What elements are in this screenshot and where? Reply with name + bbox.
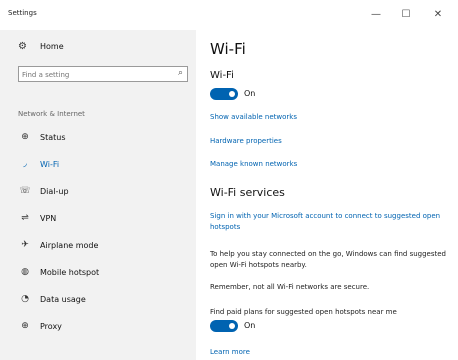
- minimize-button[interactable]: —: [366, 6, 386, 22]
- sidebar-item-label: Status: [40, 132, 66, 142]
- sidebar-item-label: Data usage: [40, 294, 86, 304]
- sidebar-item-proxy[interactable]: ⊕ Proxy: [18, 318, 62, 334]
- wifi-toggle-label: On: [244, 89, 256, 98]
- sidebar-item-label: Dial-up: [40, 186, 69, 196]
- close-button[interactable]: ✕: [428, 6, 448, 22]
- wifi-icon: ◞: [23, 159, 27, 169]
- toggle-knob: [229, 323, 235, 329]
- sidebar-item-mobile-hotspot[interactable]: ◍ Mobile hotspot: [18, 264, 99, 280]
- main-content: Wi-Fi Wi-Fi On Show available networks H…: [196, 30, 458, 360]
- sidebar-item-label: Airplane mode: [40, 240, 99, 250]
- wifi-services-heading: Wi-Fi services: [210, 186, 285, 199]
- hotspot-help-text: To help you stay connected on the go, Wi…: [210, 250, 447, 269]
- paid-plans-text: Find paid plans for suggested open hotsp…: [210, 308, 397, 316]
- sidebar-item-vpn[interactable]: ⇌ VPN: [18, 210, 56, 226]
- security-warning-text: Remember, not all Wi-Fi networks are sec…: [210, 283, 370, 291]
- learn-more-link[interactable]: Learn more: [210, 348, 250, 356]
- sidebar-item-label: VPN: [40, 213, 57, 223]
- sidebar-item-label: Proxy: [40, 321, 62, 331]
- proxy-icon: ⊕: [21, 321, 29, 331]
- show-networks-link[interactable]: Show available networks: [210, 113, 297, 121]
- sidebar-item-data-usage[interactable]: ◔ Data usage: [18, 291, 86, 307]
- wifi-toggle[interactable]: [210, 88, 238, 100]
- page-title: Wi-Fi: [210, 40, 246, 58]
- sidebar-item-dial-up[interactable]: ☏ Dial-up: [18, 183, 69, 199]
- phone-icon: ☏: [19, 186, 31, 196]
- microsoft-signin-link[interactable]: Sign in with your Microsoft account to c…: [210, 211, 450, 233]
- window-title: Settings: [8, 9, 37, 17]
- title-bar: Settings — ☐ ✕: [0, 0, 458, 30]
- sidebar-item-label: Wi-Fi: [40, 159, 60, 169]
- hotspot-icon: ◍: [21, 267, 29, 277]
- paid-plans-toggle-label: On: [244, 321, 256, 330]
- search-input[interactable]: [22, 69, 162, 80]
- gear-icon: ⚙: [18, 41, 27, 52]
- sidebar-item-label: Mobile hotspot: [40, 267, 100, 277]
- maximize-button[interactable]: ☐: [396, 6, 416, 22]
- sidebar-section-label: Network & Internet: [18, 110, 85, 118]
- data-usage-icon: ◔: [21, 294, 29, 304]
- search-box[interactable]: ⌕: [18, 66, 188, 82]
- sidebar-item-wifi[interactable]: ◞ Wi-Fi: [18, 156, 59, 172]
- nav-home-label: Home: [40, 42, 64, 51]
- hardware-properties-link[interactable]: Hardware properties: [210, 137, 282, 145]
- wifi-heading: Wi-Fi: [210, 70, 234, 81]
- manage-networks-link[interactable]: Manage known networks: [210, 160, 297, 168]
- sidebar: ⚙ Home ⌕ Network & Internet ⊕ Status ◞ W…: [0, 30, 196, 360]
- airplane-icon: ✈: [21, 240, 29, 250]
- nav-home[interactable]: ⚙ Home: [18, 41, 64, 52]
- paid-plans-toggle[interactable]: [210, 320, 238, 332]
- toggle-knob: [229, 91, 235, 97]
- vpn-icon: ⇌: [21, 213, 29, 223]
- search-icon: ⌕: [177, 68, 183, 78]
- sidebar-item-airplane-mode[interactable]: ✈ Airplane mode: [18, 237, 98, 253]
- sidebar-item-status[interactable]: ⊕ Status: [18, 129, 66, 145]
- globe-icon: ⊕: [21, 132, 29, 142]
